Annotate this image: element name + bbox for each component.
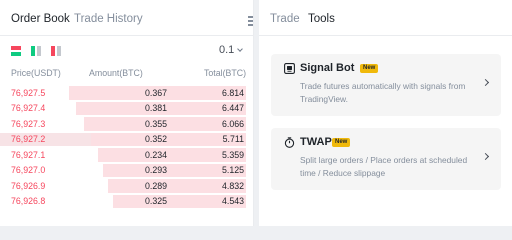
ask-amount: 0.325 bbox=[144, 196, 167, 206]
new-badge: New bbox=[332, 137, 351, 147]
column-header-price: Price(USDT) bbox=[11, 68, 61, 78]
stopwatch-icon bbox=[284, 137, 295, 148]
order-book-row[interactable]: 76,927.2 0.352 5.711 bbox=[0, 132, 254, 148]
chevron-right-icon bbox=[481, 152, 490, 161]
ask-price: 76,927.1 bbox=[11, 149, 46, 160]
order-book-row[interactable]: 76,926.9 0.289 4.832 bbox=[0, 178, 254, 194]
ask-amount: 0.352 bbox=[144, 134, 167, 144]
signal-bot-icon bbox=[284, 63, 295, 74]
tick-size-select[interactable]: 0.1 bbox=[219, 44, 244, 56]
order-book-row[interactable]: 76,927.5 0.367 6.814 bbox=[0, 85, 254, 101]
chevron-down-icon bbox=[237, 46, 244, 52]
ask-total: 5.125 bbox=[221, 165, 244, 175]
twap-description: Split large orders / Place orders at sch… bbox=[300, 155, 468, 178]
ask-total: 6.814 bbox=[221, 87, 244, 98]
order-book-row[interactable]: 76,926.8 0.325 4.543 bbox=[0, 194, 254, 210]
ask-price: 76,926.9 bbox=[11, 180, 46, 191]
signal-bot-description: Trade futures automatically with signals… bbox=[300, 81, 466, 104]
tab-trade[interactable]: Trade bbox=[270, 13, 300, 25]
tab-tools[interactable]: Tools bbox=[308, 13, 335, 25]
order-book-row[interactable]: 76,927.0 0.293 5.125 bbox=[0, 163, 254, 179]
order-book-row[interactable]: 76,927.1 0.234 5.359 bbox=[0, 147, 254, 163]
ask-total: 4.832 bbox=[221, 180, 244, 191]
ask-amount: 0.381 bbox=[144, 103, 167, 113]
ask-amount: 0.293 bbox=[144, 165, 167, 175]
order-book-panel: Order Book Trade History 0.1 Price(USDT)… bbox=[0, 0, 254, 226]
tab-order-book[interactable]: Order Book bbox=[11, 13, 70, 25]
tab-trade-history[interactable]: Trade History bbox=[74, 13, 143, 25]
ask-price: 76,927.5 bbox=[11, 87, 46, 98]
column-header-amount: Amount(BTC) bbox=[89, 68, 143, 78]
bids-icon[interactable] bbox=[31, 46, 41, 56]
ask-amount: 0.289 bbox=[144, 180, 167, 191]
chevron-right-icon bbox=[481, 78, 490, 87]
ask-price: 76,927.2 bbox=[11, 134, 46, 144]
ask-total: 4.543 bbox=[221, 196, 244, 206]
ask-amount: 0.355 bbox=[144, 118, 167, 129]
ask-amount: 0.367 bbox=[144, 87, 167, 98]
both-icon[interactable] bbox=[11, 46, 21, 56]
ask-price: 76,927.0 bbox=[11, 165, 46, 175]
ask-price: 76,927.3 bbox=[11, 118, 46, 129]
ask-total: 5.711 bbox=[222, 134, 244, 144]
ask-rows: 76,927.5 0.367 6.814 76,927.4 0.381 6.447 76,9… bbox=[0, 85, 254, 209]
ask-amount: 0.234 bbox=[144, 149, 167, 160]
ask-total: 6.066 bbox=[221, 118, 244, 129]
signal-bot-title: Signal Bot bbox=[300, 62, 355, 74]
ask-total: 5.359 bbox=[221, 149, 244, 160]
signal-bot-card[interactable]: Signal Bot New Trade futures automatical… bbox=[271, 54, 501, 116]
tools-tabs: Trade Tools bbox=[259, 0, 512, 36]
order-book-tabs: Order Book Trade History bbox=[0, 0, 254, 36]
asks-icon[interactable] bbox=[51, 46, 61, 56]
tools-panel: Trade Tools Signal Bot New Trade futures… bbox=[259, 0, 512, 226]
ask-price: 76,927.4 bbox=[11, 103, 46, 113]
ask-price: 76,926.8 bbox=[11, 196, 46, 206]
ask-total: 6.447 bbox=[221, 103, 244, 113]
new-badge: New bbox=[360, 63, 379, 73]
drag-handle-icon[interactable] bbox=[248, 16, 253, 28]
tick-size-value: 0.1 bbox=[219, 44, 235, 56]
order-book-row[interactable]: 76,927.4 0.381 6.447 bbox=[0, 101, 254, 117]
twap-card[interactable]: TWAP New Split large orders / Place orde… bbox=[271, 128, 501, 190]
column-header-total: Total(BTC) bbox=[204, 68, 247, 78]
twap-title: TWAP bbox=[300, 136, 332, 148]
order-book-row[interactable]: 76,927.3 0.355 6.066 bbox=[0, 116, 254, 132]
